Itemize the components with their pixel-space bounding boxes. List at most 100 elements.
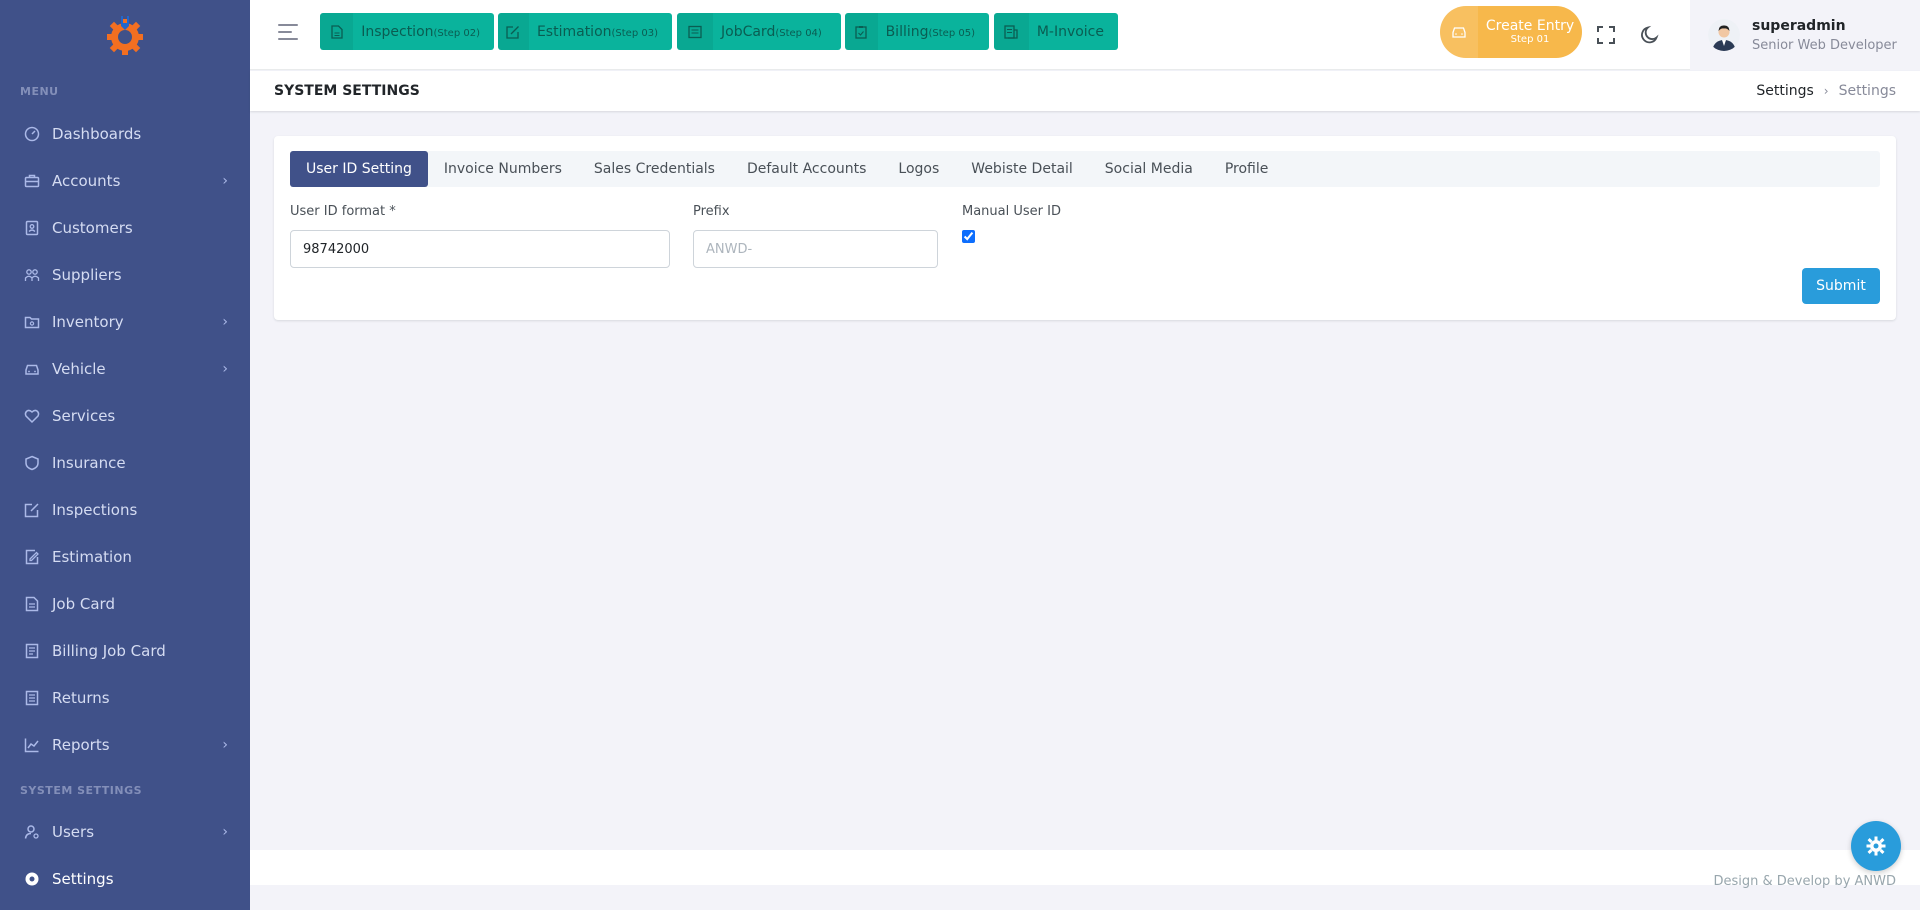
quick-button-label: JobCard xyxy=(721,23,776,40)
group-icon xyxy=(24,267,40,283)
settings-icon xyxy=(24,871,40,887)
invoice-icon xyxy=(994,13,1029,50)
quick-estimation-button[interactable]: Estimation(Step 03) xyxy=(498,13,672,50)
sidebar-item-label: Returns xyxy=(52,688,110,707)
dark-mode-moon-icon[interactable] xyxy=(1639,24,1661,46)
tab-user-id-setting[interactable]: User ID Setting xyxy=(290,151,428,187)
page-title-bar: SYSTEM SETTINGS Settings › Settings xyxy=(250,71,1920,111)
user-name: superadmin xyxy=(1752,17,1846,34)
sidebar-item-label: Settings xyxy=(52,869,114,888)
tab-logos[interactable]: Logos xyxy=(882,151,955,187)
sidebar-item-inventory[interactable]: Inventory › xyxy=(0,298,250,345)
sidebar-item-label: Inspections xyxy=(52,500,138,519)
prefix-label: Prefix xyxy=(693,204,730,219)
sidebar-item-inspections[interactable]: Inspections xyxy=(0,486,250,533)
sidebar-item-returns[interactable]: Returns xyxy=(0,674,250,721)
hamburger-menu-icon[interactable] xyxy=(278,24,300,44)
edit-box-icon xyxy=(24,502,40,518)
page-title: SYSTEM SETTINGS xyxy=(274,83,420,99)
folder-icon xyxy=(24,314,40,330)
sidebar-item-label: Estimation xyxy=(52,547,132,566)
sidebar-item-suppliers[interactable]: Suppliers xyxy=(0,251,250,298)
customizer-settings-button[interactable] xyxy=(1851,821,1901,871)
gear-icon xyxy=(1866,836,1886,856)
sidebar-system-nav: Users › Settings xyxy=(0,808,250,902)
tab-sales-credentials[interactable]: Sales Credentials xyxy=(578,151,731,187)
tab-social-media[interactable]: Social Media xyxy=(1089,151,1209,187)
file-icon xyxy=(320,13,354,50)
car-icon xyxy=(1440,6,1478,58)
shield-icon xyxy=(24,455,40,471)
submit-button[interactable]: Submit xyxy=(1802,268,1880,304)
sidebar-item-customers[interactable]: Customers xyxy=(0,204,250,251)
chevron-right-icon: › xyxy=(1823,84,1829,98)
chevron-right-icon: › xyxy=(222,736,228,753)
manual-user-id-checkbox[interactable] xyxy=(962,230,975,243)
quick-inspection-button[interactable]: Inspection(Step 02) xyxy=(320,13,494,50)
sidebar-item-dashboards[interactable]: Dashboards xyxy=(0,110,250,157)
sidebar-item-services[interactable]: Services xyxy=(0,392,250,439)
create-entry-step: Step 01 xyxy=(1510,34,1550,46)
tab-invoice-numbers[interactable]: Invoice Numbers xyxy=(428,151,578,187)
briefcase-icon xyxy=(24,173,40,189)
sidebar-item-label: Reports xyxy=(52,735,110,754)
quick-jobcard-button[interactable]: JobCard(Step 04) xyxy=(677,13,841,50)
sidebar-item-label: Insurance xyxy=(52,453,126,472)
create-entry-button[interactable]: Create Entry Step 01 xyxy=(1440,6,1582,58)
settings-card: User ID Setting Invoice Numbers Sales Cr… xyxy=(274,136,1896,320)
gear-wrench-logo-icon xyxy=(107,16,143,55)
breadcrumb-link[interactable]: Settings xyxy=(1756,83,1813,99)
user-id-format-input[interactable] xyxy=(290,230,670,268)
footer-credit: Design & Develop by ANWD xyxy=(1713,874,1897,889)
card-icon xyxy=(677,13,713,50)
sidebar-item-label: Job Card xyxy=(52,594,115,613)
user-settings-icon xyxy=(24,824,40,840)
sidebar-item-label: Billing Job Card xyxy=(52,641,166,660)
quick-button-label: Inspection xyxy=(361,23,434,40)
tab-profile[interactable]: Profile xyxy=(1209,151,1285,187)
sidebar-item-label: Dashboards xyxy=(52,124,142,143)
breadcrumb-current: Settings xyxy=(1838,83,1896,99)
topbar: Inspection(Step 02) Estimation(Step 03) … xyxy=(250,0,1920,70)
quick-button-label: Estimation xyxy=(536,23,612,40)
line-chart-icon xyxy=(24,737,40,753)
tab-website-detail[interactable]: Webiste Detail xyxy=(955,151,1089,187)
service-icon xyxy=(24,408,40,424)
sidebar-item-settings[interactable]: Settings xyxy=(0,855,250,902)
sidebar-item-label: Accounts xyxy=(52,171,121,190)
user-role: Senior Web Developer xyxy=(1752,37,1897,53)
sidebar-item-label: Suppliers xyxy=(52,265,122,284)
sidebar-item-accounts[interactable]: Accounts › xyxy=(0,157,250,204)
clipboard-icon xyxy=(845,13,878,50)
sidebar-item-label: Customers xyxy=(52,218,133,237)
manual-user-id-label: Manual User ID xyxy=(962,204,1061,219)
quick-m-invoice-button[interactable]: M-Invoice xyxy=(994,13,1118,50)
tab-default-accounts[interactable]: Default Accounts xyxy=(731,151,882,187)
sidebar-item-job-card[interactable]: Job Card xyxy=(0,580,250,627)
app-logo[interactable] xyxy=(0,0,250,70)
sidebar-item-billing-job-card[interactable]: Billing Job Card xyxy=(0,627,250,674)
sidebar-item-insurance[interactable]: Insurance xyxy=(0,439,250,486)
quick-button-step: (Step 05) xyxy=(928,27,975,39)
user-profile-dropdown[interactable]: superadmin Senior Web Developer xyxy=(1690,0,1920,70)
quick-button-label: Billing xyxy=(885,23,929,40)
chevron-right-icon: › xyxy=(222,360,228,377)
user-id-format-label: User ID format * xyxy=(290,204,396,219)
sidebar-item-users[interactable]: Users › xyxy=(0,808,250,855)
prefix-input[interactable] xyxy=(693,230,938,268)
sidebar-item-estimation[interactable]: Estimation xyxy=(0,533,250,580)
fullscreen-icon[interactable] xyxy=(1595,24,1617,46)
bill-icon xyxy=(24,643,40,659)
quick-button-step: (Step 04) xyxy=(775,27,822,39)
menu-section-title: MENU xyxy=(20,85,59,98)
footer: Design & Develop by ANWD xyxy=(250,850,1920,889)
sidebar-item-label: Inventory xyxy=(52,312,124,331)
sidebar-item-vehicle[interactable]: Vehicle › xyxy=(0,345,250,392)
breadcrumb: Settings › Settings xyxy=(1756,83,1896,99)
sidebar-item-reports[interactable]: Reports › xyxy=(0,721,250,768)
dashboard-icon xyxy=(24,126,40,142)
car-icon xyxy=(24,361,40,377)
sidebar-item-label: Vehicle xyxy=(52,359,106,378)
sidebar-item-label: Users xyxy=(52,822,95,841)
quick-billing-button[interactable]: Billing(Step 05) xyxy=(845,13,989,50)
